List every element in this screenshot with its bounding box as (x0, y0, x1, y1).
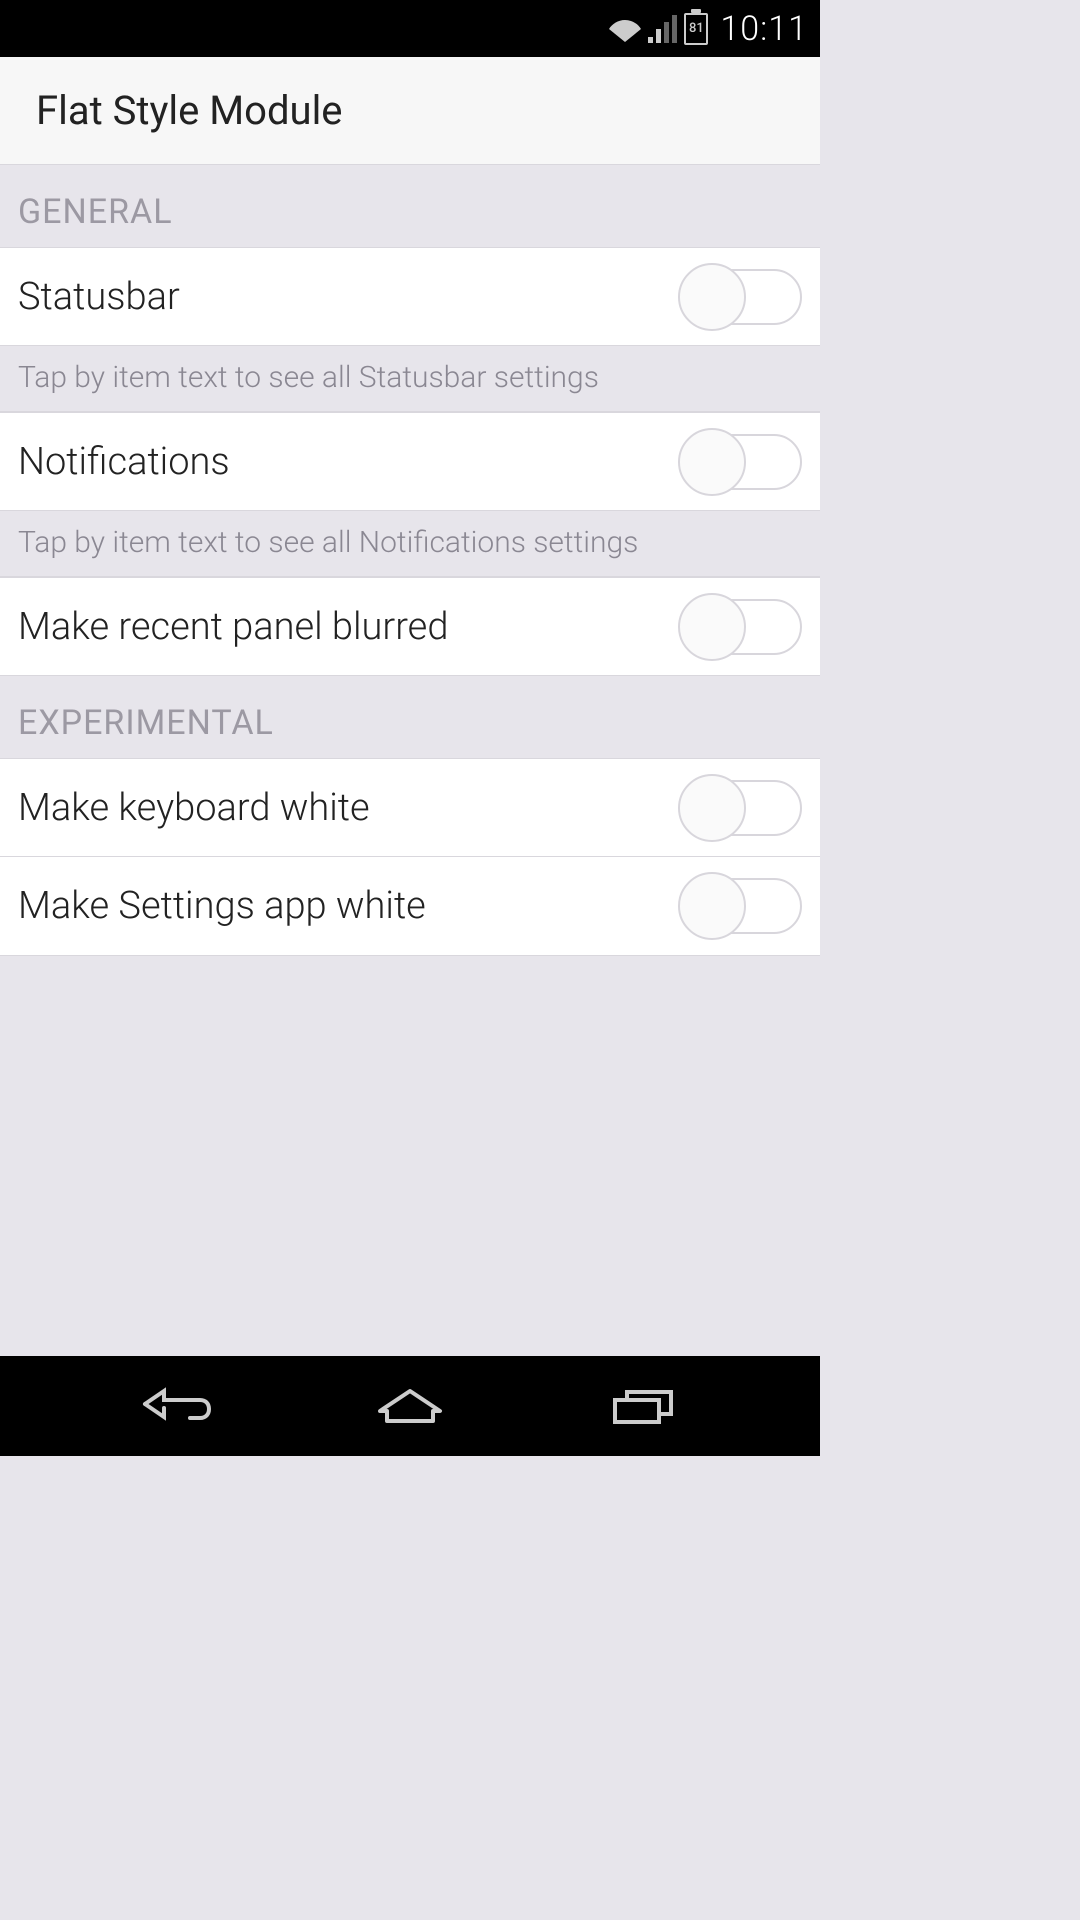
setting-label-statusbar: Statusbar (18, 275, 180, 319)
toggle-keyboard-white[interactable] (684, 772, 802, 844)
section-title-general: GENERAL (18, 192, 173, 232)
setting-row-statusbar[interactable]: Statusbar (0, 247, 820, 346)
hint-text-statusbar: Tap by item text to see all Statusbar se… (18, 360, 599, 395)
back-button[interactable] (137, 1376, 217, 1436)
toggle-thumb (678, 774, 746, 842)
home-button[interactable] (370, 1376, 450, 1436)
toggle-thumb (678, 872, 746, 940)
wifi-icon (608, 16, 642, 42)
section-header-general: GENERAL (0, 165, 820, 247)
hint-statusbar: Tap by item text to see all Statusbar se… (0, 346, 820, 412)
status-bar: 81 10:11 (0, 0, 820, 57)
toggle-thumb (678, 263, 746, 331)
setting-row-keyboard-white[interactable]: Make keyboard white (0, 758, 820, 857)
toggle-thumb (678, 428, 746, 496)
setting-row-notifications[interactable]: Notifications (0, 412, 820, 511)
section-header-experimental: EXPERIMENTAL (0, 676, 820, 758)
section-title-experimental: EXPERIMENTAL (18, 703, 274, 743)
recents-button[interactable] (603, 1376, 683, 1436)
toggle-settings-white[interactable] (684, 870, 802, 942)
status-time: 10:11 (720, 9, 808, 49)
battery-level: 81 (689, 21, 704, 36)
setting-row-recent-panel[interactable]: Make recent panel blurred (0, 577, 820, 676)
setting-label-keyboard-white: Make keyboard white (18, 786, 370, 830)
toggle-statusbar[interactable] (684, 261, 802, 333)
setting-label-recent-panel: Make recent panel blurred (18, 605, 448, 649)
hint-notifications: Tap by item text to see all Notification… (0, 511, 820, 577)
hint-text-notifications: Tap by item text to see all Notification… (18, 525, 638, 560)
toggle-notifications[interactable] (684, 426, 802, 498)
app-header: Flat Style Module (0, 57, 820, 165)
setting-row-settings-white[interactable]: Make Settings app white (0, 857, 820, 956)
content-area: GENERAL Statusbar Tap by item text to se… (0, 165, 820, 1356)
navigation-bar (0, 1356, 820, 1456)
toggle-thumb (678, 593, 746, 661)
setting-label-settings-white: Make Settings app white (18, 884, 426, 928)
battery-icon: 81 (684, 13, 708, 45)
app-title: Flat Style Module (36, 87, 343, 134)
toggle-recent-panel[interactable] (684, 591, 802, 663)
setting-label-notifications: Notifications (18, 440, 230, 484)
signal-icon (648, 15, 678, 43)
